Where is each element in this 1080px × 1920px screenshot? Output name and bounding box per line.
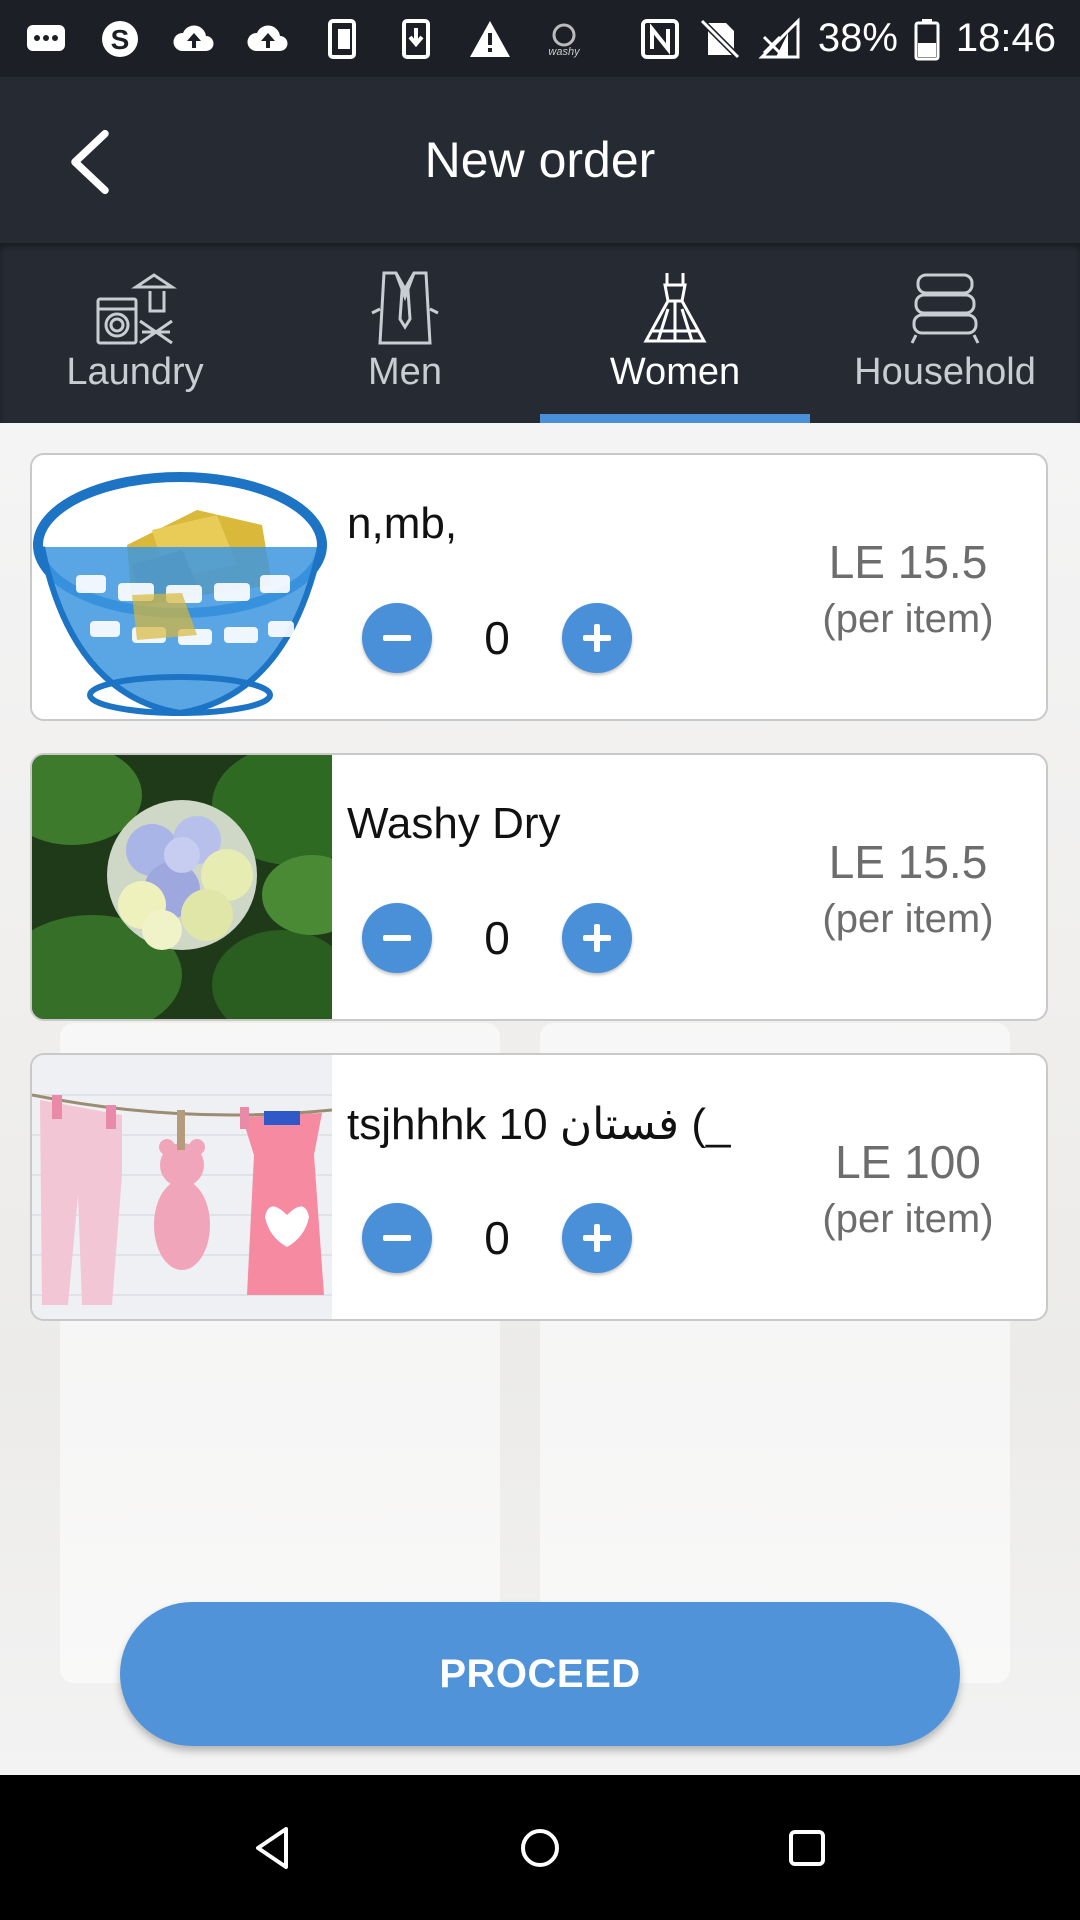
proceed-label: PROCEED	[439, 1651, 641, 1696]
battery-percent: 38%	[817, 16, 898, 60]
item-image	[32, 755, 332, 1019]
decrease-button[interactable]	[362, 1203, 432, 1273]
triangle-back-icon	[256, 1826, 289, 1869]
list-item: n,mb, 0 LE 15.5 (per item)	[30, 453, 1048, 721]
cloud-upload-icon	[172, 17, 216, 61]
tab-indicator	[540, 414, 810, 423]
system-nav-bar	[0, 1775, 1080, 1920]
nav-back-button[interactable]	[223, 1798, 323, 1898]
category-tabs: Laundry Men Women Household	[0, 243, 1080, 423]
app-bar: New order	[0, 77, 1080, 243]
price-block: LE 100 (per item)	[798, 1135, 1018, 1242]
circle-home-icon	[520, 1828, 559, 1867]
tab-men[interactable]: Men	[270, 243, 540, 423]
hydrangea-flower-image	[32, 755, 332, 1019]
household-linen-icon	[910, 273, 980, 344]
price-unit: (per item)	[822, 597, 994, 641]
warning-icon	[468, 17, 512, 61]
download-icon	[394, 17, 438, 61]
tab-label: Women	[609, 351, 741, 393]
price-unit: (per item)	[822, 1197, 994, 1241]
plus-icon	[583, 624, 611, 652]
item-name: Washy Dry	[347, 799, 561, 848]
quantity-stepper: 0	[362, 603, 632, 673]
plus-icon	[583, 1224, 611, 1252]
square-recents-icon	[788, 1829, 825, 1866]
minus-icon	[383, 1235, 411, 1241]
clothesline-image	[32, 1055, 332, 1319]
item-image	[32, 455, 332, 719]
item-name: n,mb,	[347, 499, 458, 548]
increase-button[interactable]	[562, 1203, 632, 1273]
item-list: n,mb, 0 LE 15.5 (per item) Washy Dry 0 L…	[0, 423, 1080, 1775]
quantity-stepper: 0	[362, 903, 632, 973]
laundry-icon	[96, 273, 177, 345]
increase-button[interactable]	[562, 603, 632, 673]
list-item: Washy Dry 0 LE 15.5 (per item)	[30, 753, 1048, 1021]
notification-icons: S washy	[24, 17, 586, 61]
phone-rotate-icon	[320, 17, 364, 61]
decrease-button[interactable]	[362, 903, 432, 973]
tab-label: Household	[854, 351, 1036, 393]
women-dress-icon	[643, 273, 707, 343]
item-price: LE 100	[835, 1136, 981, 1188]
item-price: LE 15.5	[828, 536, 988, 588]
clock: 18:46	[955, 16, 1056, 60]
tab-label: Men	[368, 351, 442, 393]
nav-home-button[interactable]	[490, 1798, 590, 1898]
price-block: LE 15.5 (per item)	[798, 835, 1018, 942]
svg-text:washy: washy	[548, 46, 581, 58]
increase-button[interactable]	[562, 903, 632, 973]
men-shirt-icon	[371, 271, 439, 345]
price-unit: (per item)	[822, 897, 994, 941]
quantity-stepper: 0	[362, 1203, 632, 1273]
no-sim-icon	[698, 17, 742, 61]
battery-icon	[914, 17, 940, 61]
quantity-value: 0	[484, 612, 510, 664]
page-title: New order	[424, 132, 656, 188]
tab-laundry[interactable]: Laundry	[0, 243, 270, 423]
quantity-value: 0	[484, 1212, 510, 1264]
tab-label: Laundry	[66, 351, 204, 393]
item-image	[32, 1055, 332, 1319]
nfc-icon	[638, 17, 682, 61]
screen: S washy 38% 18:46 New order Laundry Men …	[0, 0, 1080, 1920]
laundry-basket-image	[32, 455, 332, 719]
minus-icon	[383, 935, 411, 941]
skype-icon: S	[98, 17, 142, 61]
status-bar: S washy 38% 18:46	[0, 0, 1080, 77]
tab-household[interactable]: Household	[810, 243, 1080, 423]
plus-icon	[583, 924, 611, 952]
svg-text:S: S	[111, 24, 130, 55]
tab-women[interactable]: Women	[540, 243, 810, 423]
minus-icon	[383, 635, 411, 641]
item-price: LE 15.5	[828, 836, 988, 888]
decrease-button[interactable]	[362, 603, 432, 673]
item-name: tsjhhhk 10 فستان (_	[347, 1100, 731, 1149]
back-button[interactable]	[50, 117, 130, 207]
washy-app-icon: washy	[542, 17, 586, 61]
cloud-upload-icon	[246, 17, 290, 61]
price-block: LE 15.5 (per item)	[798, 535, 1018, 642]
proceed-button[interactable]: PROCEED	[120, 1602, 960, 1746]
list-item: tsjhhhk 10 فستان (_ 0 LE 100 (per item)	[30, 1053, 1048, 1321]
no-signal-icon	[758, 16, 802, 61]
quantity-value: 0	[484, 912, 510, 964]
messages-icon	[24, 17, 68, 61]
system-status: 38% 18:46	[638, 16, 1056, 61]
nav-recents-button[interactable]	[757, 1798, 857, 1898]
chevron-left-icon	[71, 129, 109, 195]
